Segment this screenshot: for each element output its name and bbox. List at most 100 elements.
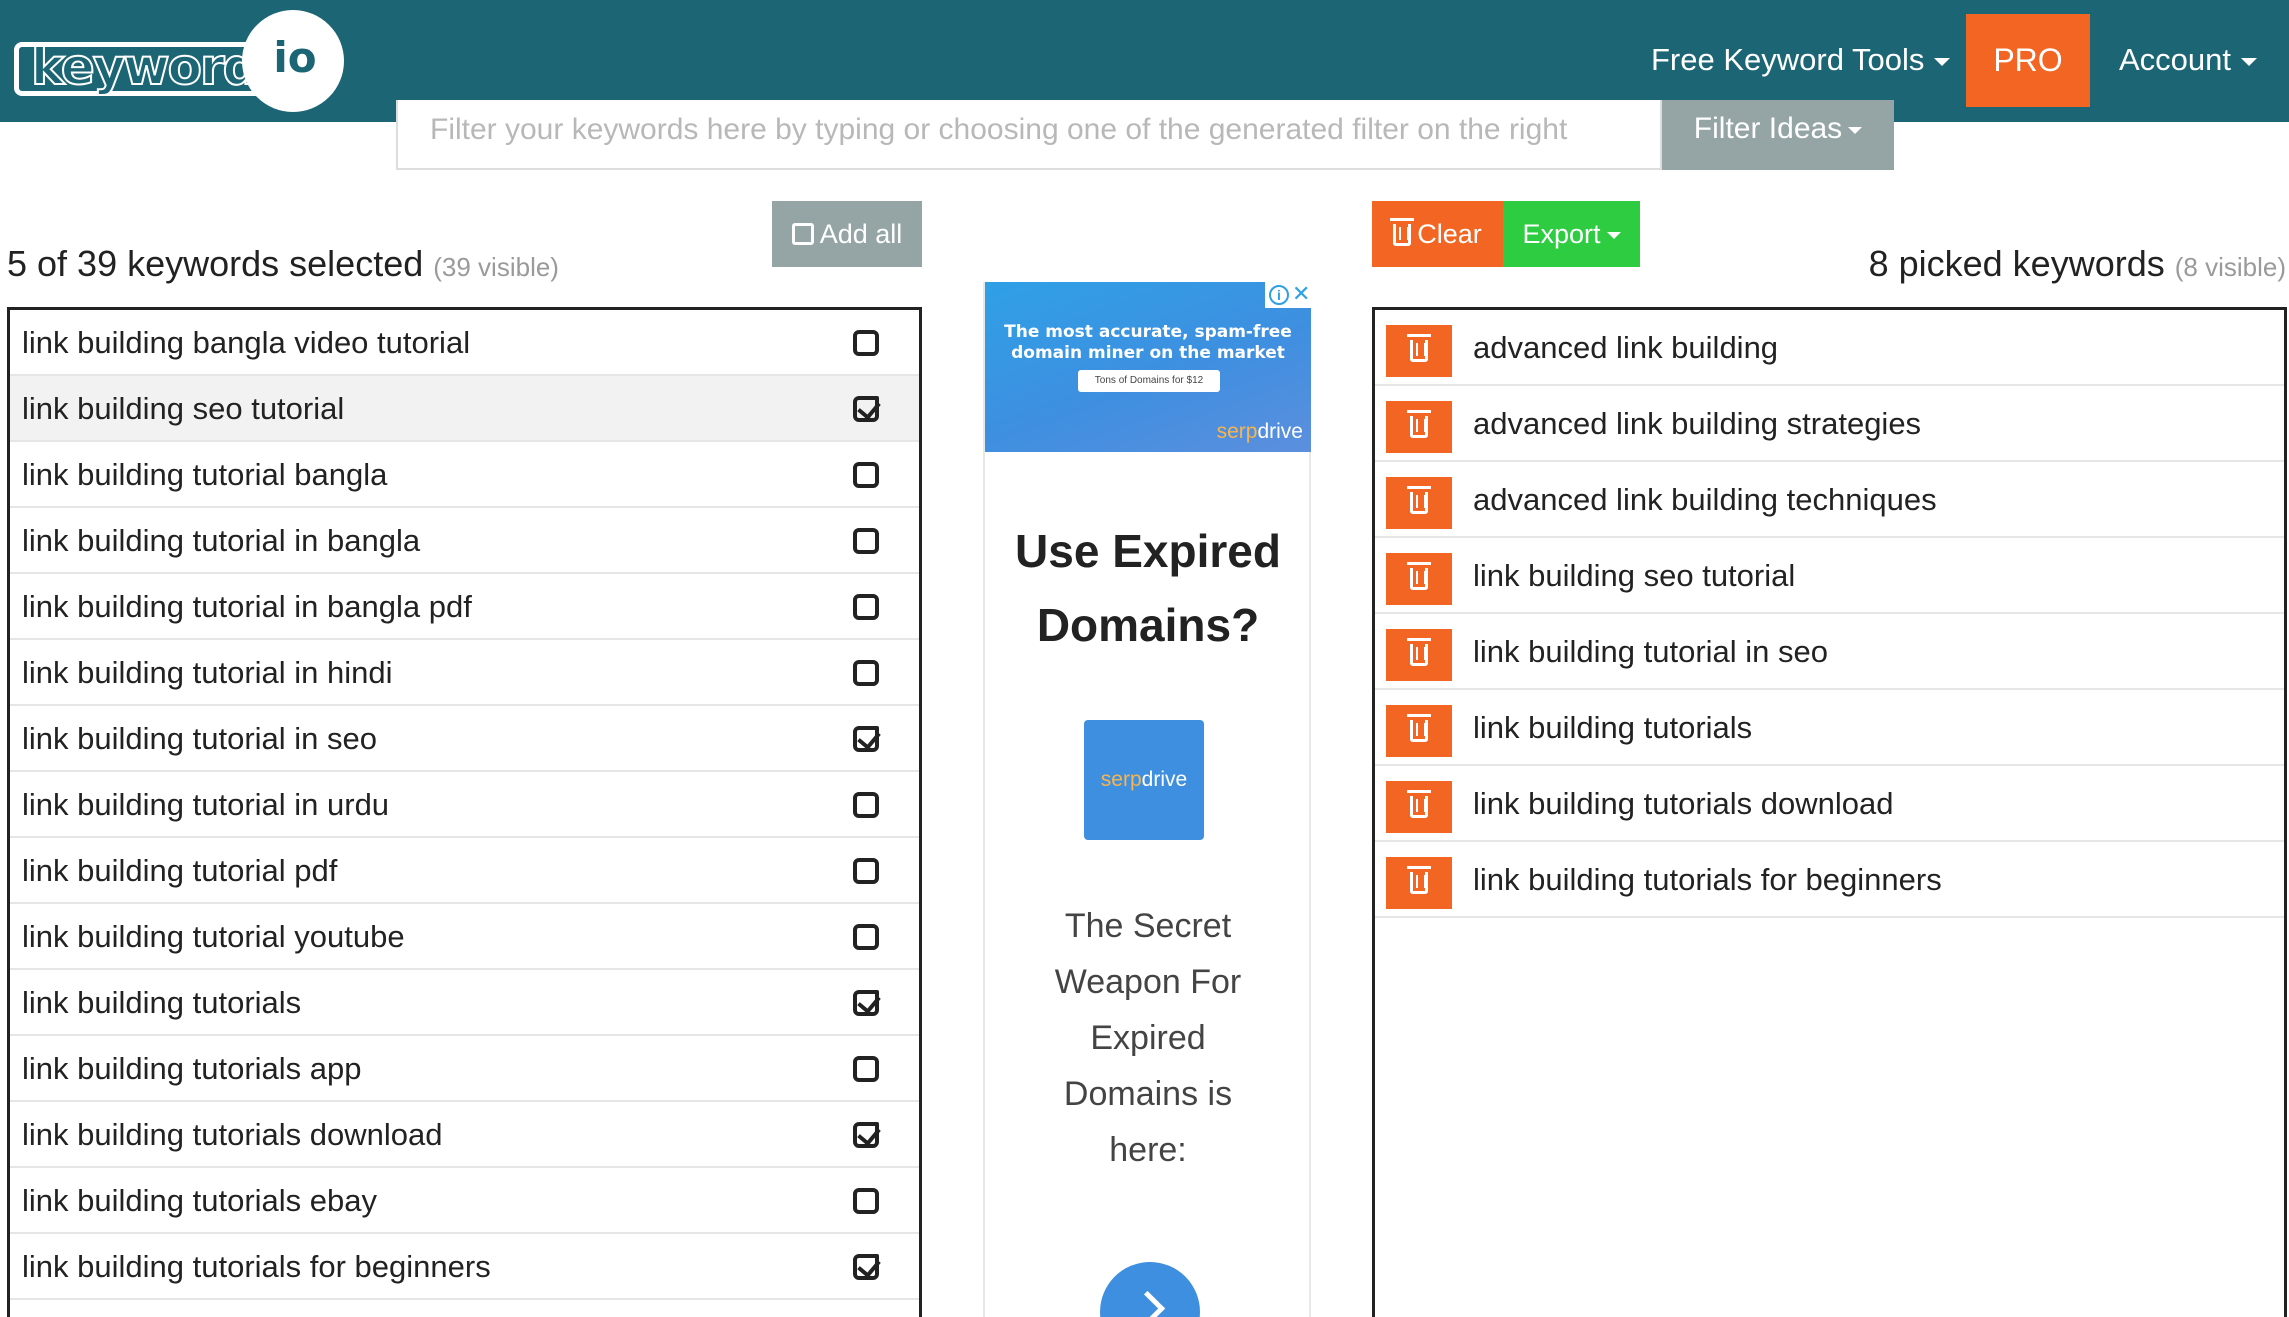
picked-keywords-list[interactable]: advanced link building advanced link buil… [1372,307,2287,1317]
remove-keyword-button[interactable] [1386,705,1452,757]
checkbox-icon[interactable] [853,792,879,818]
checkbox-icon[interactable] [853,462,879,488]
keyword-text: link building tutorials [22,985,302,1020]
picked-keyword-row: link building tutorials [1375,690,2284,766]
close-icon[interactable]: ✕ [1292,283,1310,305]
remove-keyword-button[interactable] [1386,781,1452,833]
picked-keyword-text: advanced link building [1473,330,1779,365]
keyword-row[interactable]: link building tutorial pdf [10,838,919,904]
checkbox-icon[interactable] [853,660,879,686]
remove-keyword-button[interactable] [1386,477,1452,529]
keyword-row[interactable]: link building tutorial in urdu [10,772,919,838]
checkbox-icon[interactable] [853,330,879,356]
nav-account-label: Account [2119,42,2232,77]
keyword-text: link building tutorial in bangla pdf [22,589,472,624]
keyword-text: link building tutorials app [22,1051,362,1086]
ad-serpdrive-logo[interactable]: serpdrive [1084,720,1204,840]
ad-banner[interactable]: The most accurate, spam-free domain mine… [985,282,1311,452]
check-square-icon [791,223,814,245]
remove-keyword-button[interactable] [1386,629,1452,681]
remove-keyword-button[interactable] [1386,401,1452,453]
picked-keyword-row: link building tutorial in seo [1375,614,2284,690]
keyword-row[interactable]: link building tutorials app [10,1036,919,1102]
selected-visible-count: (39 visible) [433,252,559,282]
trash-icon [1407,638,1431,666]
keyword-row[interactable]: link building tutorial in bangla pdf [10,574,919,640]
keyword-text: link building tutorial in seo [22,721,377,756]
caret-down-icon [1934,57,1951,66]
keyword-row[interactable]: link building seo tutorial [10,376,919,442]
keyword-row[interactable]: link building tutorials [10,970,919,1036]
remove-keyword-button[interactable] [1386,553,1452,605]
checked-checkbox-icon[interactable] [853,726,879,752]
keyword-suggestions-list[interactable]: link building bangla video tutorial link … [7,307,922,1317]
export-label: Export [1522,219,1601,249]
keyword-row[interactable]: link building tutorials download [10,1102,919,1168]
pro-button[interactable]: PRO [1966,14,2090,107]
ad-choices[interactable]: i ✕ [1265,282,1311,308]
info-icon[interactable]: i [1269,285,1289,305]
trash-icon [1407,486,1431,514]
keywordtool-logo[interactable]: keyword io [14,10,344,112]
keyword-row[interactable]: link building tutorial youtube [10,904,919,970]
keyword-row[interactable]: link building tutorials for beginners [10,1234,919,1300]
caret-down-icon [1848,126,1863,134]
picked-keyword-text: link building tutorials for beginners [1473,862,1942,897]
logo-io-badge: io [242,10,344,112]
checkbox-icon[interactable] [853,1188,879,1214]
brand-part-b: drive [1141,768,1188,791]
keyword-text: link building tutorial in hindi [22,655,393,690]
trash-icon [1407,866,1431,894]
keyword-text: link building tutorial youtube [22,919,405,954]
picked-keyword-row: link building seo tutorial [1375,538,2284,614]
checked-checkbox-icon[interactable] [853,1254,879,1280]
brand-part-a: serp [1100,768,1142,791]
keyword-text: link building tutorials download [22,1117,443,1152]
ad-banner-brand: serpdrive [1217,420,1303,444]
filter-ideas-button[interactable]: Filter Ideas [1662,100,1894,170]
remove-keyword-button[interactable] [1386,325,1452,377]
ad-body-line-4: Domains is [1063,1075,1233,1113]
clear-label: Clear [1417,219,1482,249]
picked-keyword-text: link building seo tutorial [1473,558,1796,593]
advertisement-column: The most accurate, spam-free domain mine… [983,282,1311,1317]
selected-count-text: 5 of 39 keywords selected [7,243,424,284]
checkbox-icon[interactable] [853,1056,879,1082]
keyword-row[interactable]: link building bangla video tutorial [10,310,919,376]
chevron-right-icon[interactable] [1100,1262,1200,1317]
picked-keyword-text: link building tutorials download [1473,786,1894,821]
checkbox-icon[interactable] [853,924,879,950]
clear-button[interactable]: Clear [1372,201,1503,267]
checkbox-icon[interactable] [853,528,879,554]
nav-account[interactable]: Account [2119,0,2258,122]
caret-down-icon [1606,232,1621,240]
keyword-text: link building tutorial in bangla [22,523,421,558]
checked-checkbox-icon[interactable] [853,396,879,422]
ad-headline-line-2: Domains? [1036,599,1260,651]
keyword-row[interactable]: link building tutorial in seo [10,706,919,772]
keyword-row[interactable]: link building tutorials ebay [10,1168,919,1234]
keyword-row[interactable]: link building tutorial in hindi [10,640,919,706]
add-all-button[interactable]: Add all [772,201,922,267]
keyword-filter-input[interactable]: Filter your keywords here by typing or c… [396,100,1662,170]
keyword-text: link building tutorials ebay [22,1183,377,1218]
checkbox-icon[interactable] [853,858,879,884]
checkbox-icon[interactable] [853,594,879,620]
keyword-row[interactable]: link building tutorial in bangla [10,508,919,574]
keyword-row[interactable]: link building tutorial bangla [10,442,919,508]
checked-checkbox-icon[interactable] [853,1122,879,1148]
export-button[interactable]: Export [1503,201,1640,267]
picked-keyword-row: advanced link building [1375,310,2284,386]
ad-headline-line-1: Use Expired [1015,525,1281,577]
trash-icon [1407,410,1431,438]
trash-icon [1407,562,1431,590]
filter-ideas-label: Filter Ideas [1693,112,1843,145]
trash-icon [1407,714,1431,742]
checked-checkbox-icon[interactable] [853,990,879,1016]
remove-keyword-button[interactable] [1386,857,1452,909]
picked-visible-count: (8 visible) [2174,252,2286,282]
ad-body-line-3: Expired [1090,1019,1206,1057]
nav-free-keyword-tools-label: Free Keyword Tools [1651,42,1925,77]
picked-keyword-text: advanced link building strategies [1473,406,1922,441]
caret-down-icon [2241,57,2258,66]
